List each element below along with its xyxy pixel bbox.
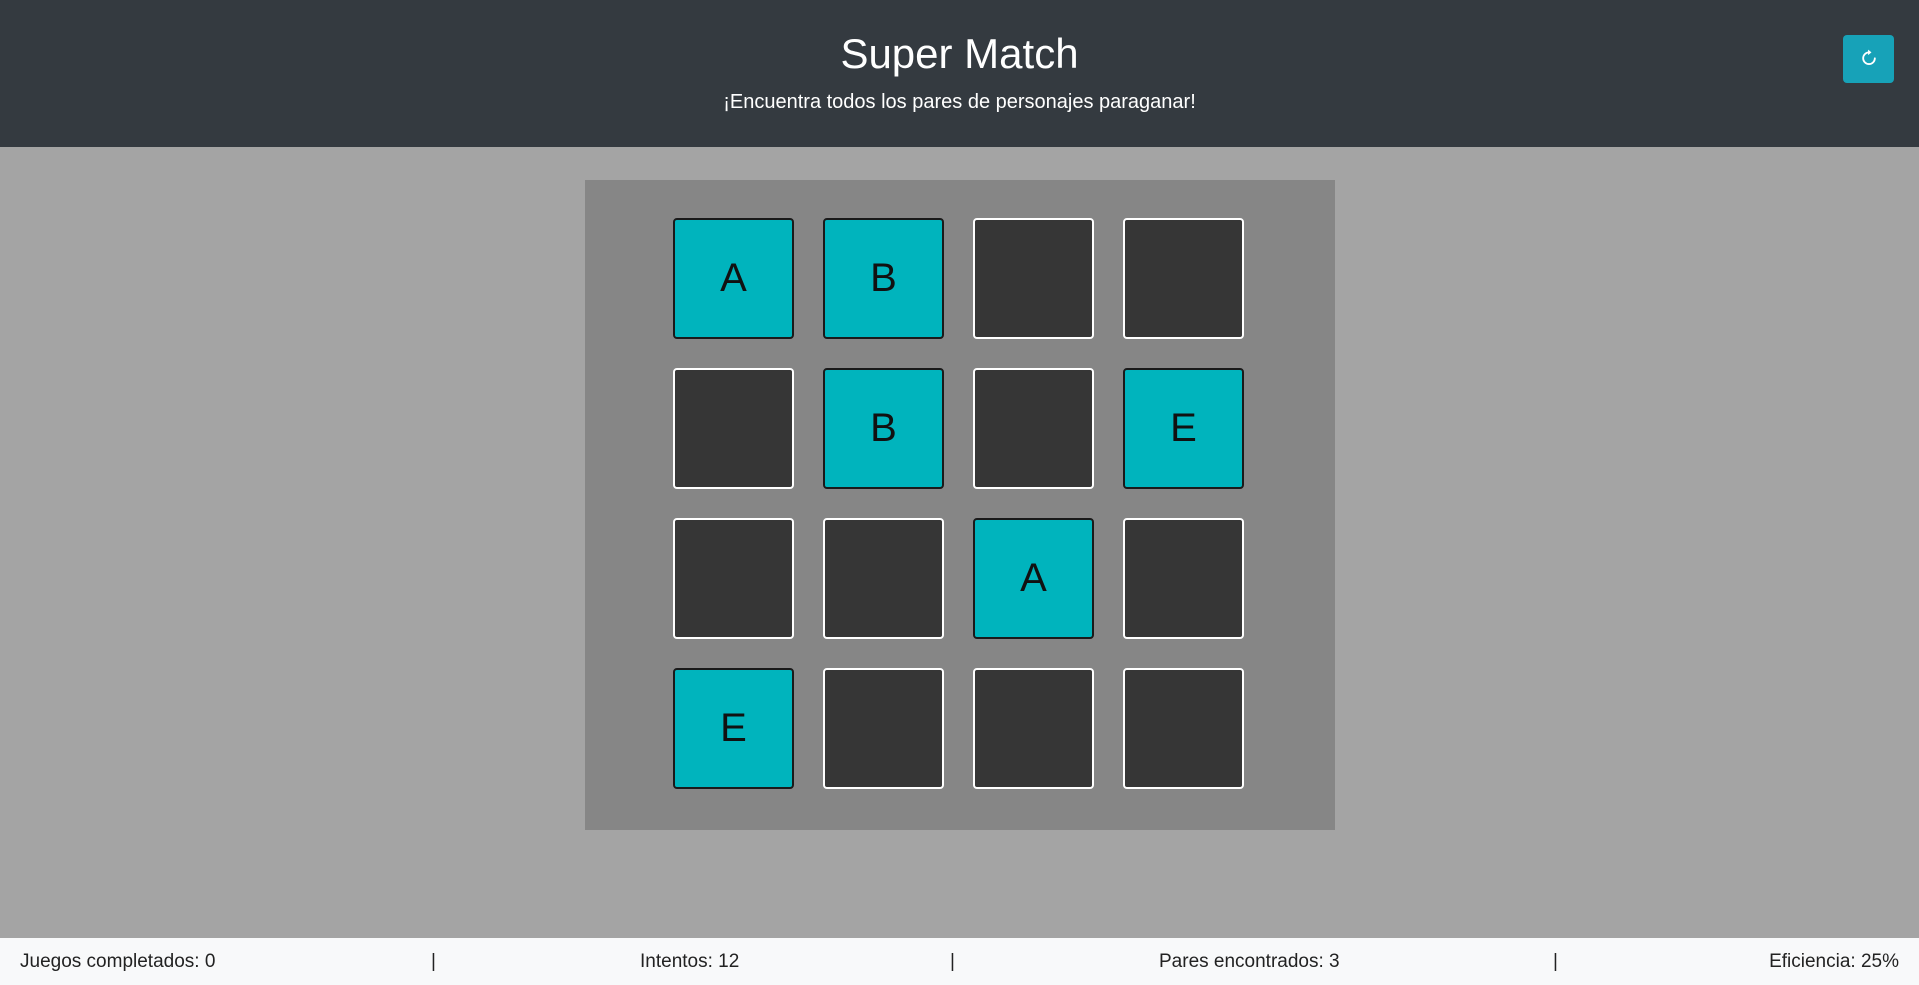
card-r1-c4[interactable] bbox=[1123, 218, 1244, 339]
card-r2-c4[interactable]: E bbox=[1123, 368, 1244, 489]
game-board: ABBEAE bbox=[585, 180, 1335, 830]
card-r2-c3[interactable] bbox=[973, 368, 1094, 489]
card-r3-c4[interactable] bbox=[1123, 518, 1244, 639]
header: Super Match ¡Encuentra todos los pares d… bbox=[0, 0, 1919, 147]
card-r1-c2[interactable]: B bbox=[823, 218, 944, 339]
card-r3-c2[interactable] bbox=[823, 518, 944, 639]
card-r4-c1[interactable]: E bbox=[673, 668, 794, 789]
stats-bar: Juegos completados: 0 | Intentos: 12 | P… bbox=[0, 938, 1919, 985]
efficiency-stat: Eficiencia: 25% bbox=[1769, 951, 1899, 972]
card-r1-c3[interactable] bbox=[973, 218, 1094, 339]
card-r1-c1[interactable]: A bbox=[673, 218, 794, 339]
card-r4-c4[interactable] bbox=[1123, 668, 1244, 789]
stats-separator: | bbox=[1553, 951, 1558, 972]
attempts-stat: Intentos: 12 bbox=[640, 951, 740, 972]
card-r2-c2[interactable]: B bbox=[823, 368, 944, 489]
card-r4-c3[interactable] bbox=[973, 668, 1094, 789]
page-subtitle: ¡Encuentra todos los pares de personajes… bbox=[723, 91, 1196, 113]
card-r3-c1[interactable] bbox=[673, 518, 794, 639]
page-title: Super Match bbox=[840, 30, 1079, 77]
card-r2-c1[interactable] bbox=[673, 368, 794, 489]
games-completed-stat: Juegos completados: 0 bbox=[20, 951, 216, 972]
reset-button[interactable] bbox=[1843, 35, 1894, 83]
refresh-icon bbox=[1860, 49, 1878, 70]
card-r4-c2[interactable] bbox=[823, 668, 944, 789]
stats-separator: | bbox=[950, 951, 955, 972]
pairs-found-stat: Pares encontrados: 3 bbox=[1159, 951, 1340, 972]
card-r3-c3[interactable]: A bbox=[973, 518, 1094, 639]
stats-separator: | bbox=[431, 951, 436, 972]
